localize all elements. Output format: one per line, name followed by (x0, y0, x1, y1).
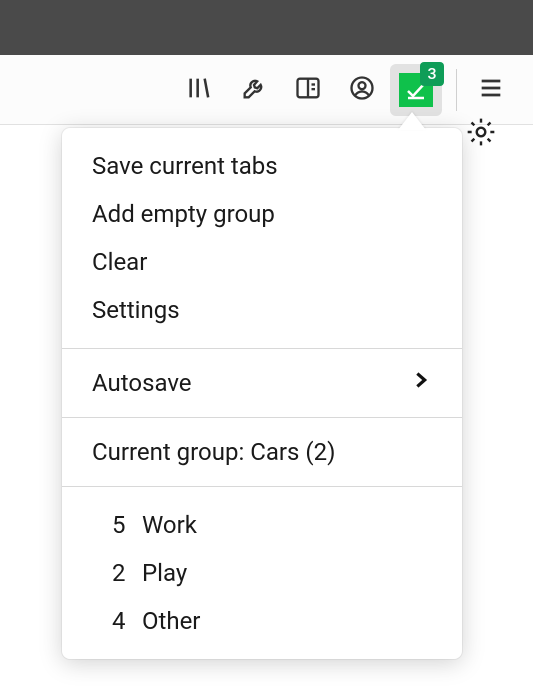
popup-actions: Save current tabs Add empty group Clear … (62, 128, 462, 348)
account-button[interactable] (336, 64, 388, 116)
clear-item[interactable]: Clear (62, 238, 462, 286)
library-icon (186, 74, 214, 106)
extension-button[interactable]: 3 (390, 64, 442, 116)
settings-label: Settings (92, 296, 180, 324)
group-name: Other (142, 607, 432, 635)
save-current-tabs-item[interactable]: Save current tabs (62, 142, 462, 190)
group-item-other[interactable]: 4 Other (62, 597, 462, 645)
autosave-item[interactable]: Autosave (62, 349, 462, 417)
clear-label: Clear (92, 248, 147, 276)
group-item-play[interactable]: 2 Play (62, 549, 462, 597)
add-empty-group-item[interactable]: Add empty group (62, 190, 462, 238)
add-empty-group-label: Add empty group (92, 200, 275, 228)
reader-button[interactable] (282, 64, 334, 116)
browser-toolbar: 3 (0, 55, 533, 125)
account-icon (348, 74, 376, 106)
extension-badge: 3 (420, 62, 444, 86)
group-list: 5 Work 2 Play 4 Other (62, 487, 462, 659)
library-button[interactable] (174, 64, 226, 116)
autosave-label: Autosave (92, 369, 192, 397)
group-count: 4 (92, 607, 142, 635)
window-tab-strip (0, 0, 533, 55)
page-settings-button[interactable] (463, 116, 499, 152)
group-name: Play (142, 559, 432, 587)
menu-button[interactable] (465, 64, 517, 116)
wrench-icon (240, 74, 268, 106)
group-count: 2 (92, 559, 142, 587)
group-count: 5 (92, 511, 142, 539)
chevron-right-icon (410, 369, 432, 397)
save-current-tabs-label: Save current tabs (92, 152, 278, 180)
extension-popup: Save current tabs Add empty group Clear … (62, 128, 462, 659)
group-name: Work (142, 511, 432, 539)
settings-item[interactable]: Settings (62, 286, 462, 334)
wrench-button[interactable] (228, 64, 280, 116)
reader-icon (294, 74, 322, 106)
toolbar-separator (456, 69, 457, 111)
current-group-item[interactable]: Current group: Cars (2) (62, 418, 462, 486)
hamburger-icon (477, 74, 505, 106)
group-item-work[interactable]: 5 Work (62, 501, 462, 549)
current-group-label: Current group: Cars (2) (92, 438, 335, 466)
gear-icon (465, 116, 497, 152)
popup-pointer (398, 112, 426, 130)
